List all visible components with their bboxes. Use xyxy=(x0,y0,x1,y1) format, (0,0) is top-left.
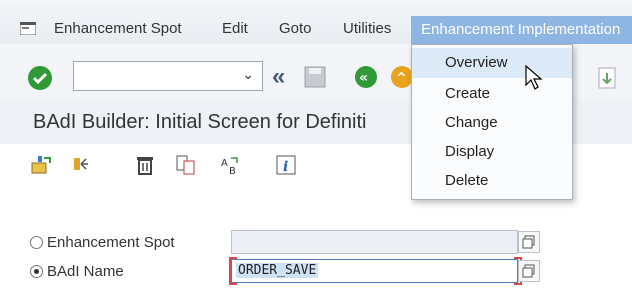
enhancement-spot-field[interactable] xyxy=(231,230,518,254)
copy-as-icon[interactable] xyxy=(175,154,197,176)
mouse-cursor-icon xyxy=(525,65,543,90)
ok-check-icon[interactable] xyxy=(28,66,52,90)
command-field[interactable]: ⌄ xyxy=(73,61,263,91)
other-object-icon[interactable] xyxy=(30,154,52,176)
menu-enhancement-implementation[interactable]: Enhancement Implementation xyxy=(411,16,632,44)
selection-form: Enhancement Spot BAdI Name ORDER_SAVE xyxy=(0,188,632,289)
hierarchy-icon[interactable] xyxy=(72,154,94,176)
menu-item-change[interactable]: Change xyxy=(412,108,572,138)
rename-icon[interactable]: A B xyxy=(219,154,241,176)
chevron-down-icon[interactable]: ⌄ xyxy=(242,66,254,83)
delete-icon[interactable] xyxy=(134,154,156,176)
required-marker-left xyxy=(229,257,237,285)
svg-text:B: B xyxy=(229,166,236,176)
svg-text:^: ^ xyxy=(396,71,407,86)
menu-goto[interactable]: Goto xyxy=(279,20,312,37)
badi-name-radio[interactable] xyxy=(30,264,43,278)
badi-name-label: BAdI Name xyxy=(47,262,124,280)
enhancement-implementation-menu: Overview Create Change Display Delete xyxy=(411,44,573,200)
menu-item-display[interactable]: Display xyxy=(412,137,572,167)
menu-item-delete[interactable]: Delete xyxy=(412,166,572,196)
menu-bar: Enhancement Spot Edit Goto Utilities Enh… xyxy=(0,0,632,44)
svg-text:i: i xyxy=(283,159,288,175)
enhancement-spot-label: Enhancement Spot xyxy=(47,233,175,251)
save-icon[interactable] xyxy=(303,65,327,89)
badi-name-value: ORDER_SAVE xyxy=(236,263,319,278)
menu-utilities[interactable]: Utilities xyxy=(343,20,391,37)
menu-item-create[interactable]: Create xyxy=(412,79,572,109)
info-icon[interactable]: i xyxy=(275,154,297,176)
menu-enhancement-spot[interactable]: Enhancement Spot xyxy=(54,20,182,37)
menu-item-overview[interactable]: Overview xyxy=(412,48,572,78)
enhancement-spot-option[interactable]: Enhancement Spot xyxy=(30,230,175,254)
badi-name-option[interactable]: BAdI Name xyxy=(30,259,124,283)
value-help-icon[interactable] xyxy=(518,260,540,282)
back-icon[interactable]: « xyxy=(354,65,378,89)
copy-icon[interactable] xyxy=(596,65,618,91)
back-double-arrow-icon[interactable]: « xyxy=(272,63,285,91)
menu-edit[interactable]: Edit xyxy=(222,20,248,37)
menu-system-icon[interactable] xyxy=(20,22,36,35)
enhancement-spot-radio[interactable] xyxy=(30,235,43,249)
svg-text:A: A xyxy=(221,158,228,169)
page-title: BAdI Builder: Initial Screen for Definit… xyxy=(33,111,367,133)
value-help-icon[interactable] xyxy=(518,231,540,253)
svg-text:«: « xyxy=(359,70,368,86)
badi-name-field[interactable]: ORDER_SAVE xyxy=(231,259,518,283)
